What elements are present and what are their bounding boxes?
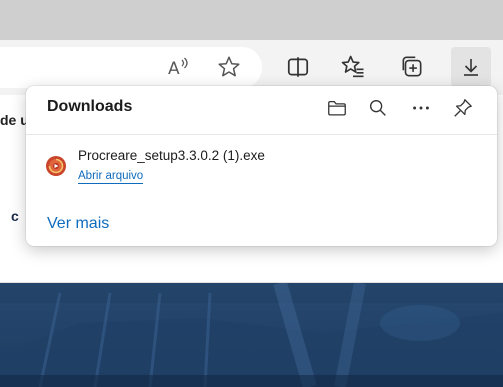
download-icon[interactable] bbox=[451, 47, 491, 87]
search-icon[interactable] bbox=[364, 94, 392, 122]
pin-icon[interactable] bbox=[449, 94, 477, 122]
read-aloud-icon[interactable]: A bbox=[162, 51, 194, 83]
page-text: c bbox=[11, 208, 19, 224]
download-file-name: Procreare_setup3.3.0.2 (1).exe bbox=[78, 148, 265, 163]
more-options-icon[interactable] bbox=[407, 94, 435, 122]
open-file-link[interactable]: Abrir arquivo bbox=[78, 169, 144, 184]
hero-image bbox=[0, 283, 503, 387]
svg-text:A: A bbox=[168, 59, 180, 79]
folder-icon[interactable] bbox=[323, 94, 351, 122]
page-text: de u bbox=[0, 112, 29, 128]
favorites-icon[interactable] bbox=[337, 51, 369, 83]
divider bbox=[26, 134, 497, 135]
split-screen-icon[interactable] bbox=[282, 51, 314, 83]
download-item[interactable]: Procreare_setup3.3.0.2 (1).exe Abrir arq… bbox=[36, 142, 487, 192]
collections-icon[interactable] bbox=[396, 51, 428, 83]
see-more-link[interactable]: Ver mais bbox=[47, 215, 109, 233]
star-icon[interactable] bbox=[213, 51, 245, 83]
procreare-app-icon bbox=[45, 155, 67, 177]
downloads-title: Downloads bbox=[47, 98, 133, 115]
tab-strip bbox=[0, 0, 503, 40]
downloads-flyout: Downloads Procreare_setup3.3.0.2 (1).exe… bbox=[26, 86, 497, 246]
